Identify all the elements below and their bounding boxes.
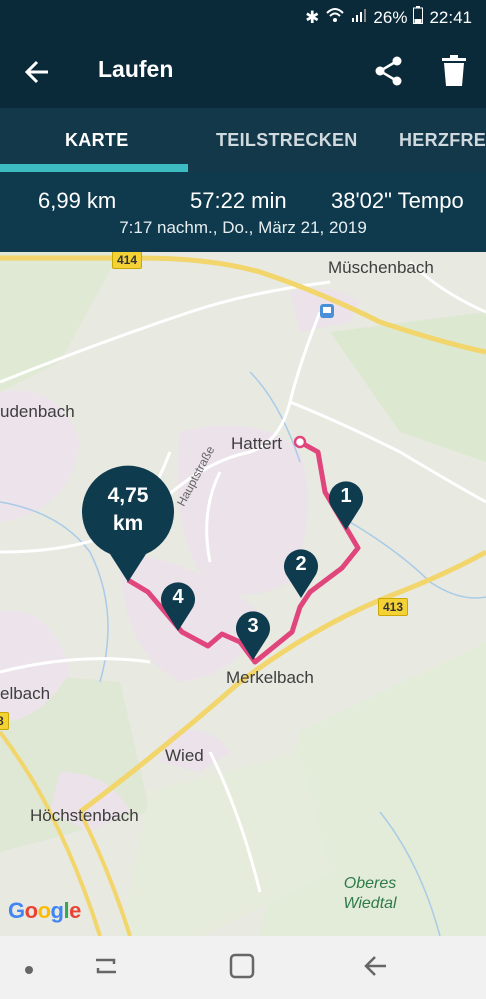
recents-icon[interactable] <box>92 952 120 985</box>
battery-icon <box>413 6 424 29</box>
split-marker-1[interactable]: 1 <box>326 478 366 530</box>
road-sign-8: 8 <box>0 712 9 730</box>
app-bar: Laufen <box>0 34 486 108</box>
status-bar: ✱ 26% 22:41 <box>0 0 486 34</box>
bluetooth-icon: ✱ <box>305 7 320 27</box>
share-icon[interactable] <box>372 54 406 88</box>
run-datetime: 7:17 nachm., Do., März 21, 2019 <box>119 218 367 237</box>
place-elbach: elbach <box>0 684 51 703</box>
map-canvas <box>0 252 486 936</box>
system-nav-bar <box>0 936 486 999</box>
place-hochstenbach: Höchstenbach <box>30 806 139 825</box>
back-arrow-icon[interactable] <box>20 54 56 90</box>
tab-indicator <box>0 164 188 172</box>
duration-value: 57:22 min <box>190 188 287 213</box>
tab-karte[interactable]: KARTE <box>65 130 129 151</box>
split-marker-2[interactable]: 2 <box>281 546 321 598</box>
battery-percent: 26% <box>373 7 408 27</box>
dot-icon <box>24 962 34 980</box>
tab-teilstrecken[interactable]: TEILSTRECKEN <box>216 130 358 151</box>
selected-split-unit: km <box>112 512 144 535</box>
place-muschenbach: Müschenbach <box>328 258 434 277</box>
signal-icon <box>351 7 367 28</box>
place-udenbach: udenbach <box>0 402 75 421</box>
place-wied: Wied <box>165 746 204 765</box>
tab-bar: KARTE TEILSTRECKEN HERZFREQ <box>0 108 486 172</box>
google-logo: Google <box>8 898 81 923</box>
wifi-icon <box>325 7 345 28</box>
selected-split-distance: 4,75 <box>107 484 149 507</box>
place-oberes-wiedtal: Oberes Wiedtal <box>343 875 397 912</box>
clock: 22:41 <box>429 7 472 27</box>
place-merkelbach: Merkelbach <box>226 668 314 687</box>
tab-herzfrequenz[interactable]: HERZFREQ <box>399 130 486 151</box>
distance-value: 6,99 km <box>38 188 117 213</box>
page-title: Laufen <box>98 56 174 82</box>
road-sign-414: 414 <box>112 252 143 269</box>
home-icon[interactable] <box>228 952 256 985</box>
pace-value: 38'02" Tempo <box>331 188 464 213</box>
selected-split-marker[interactable]: 4,75 km <box>80 464 176 582</box>
split-marker-3[interactable]: 3 <box>233 608 273 660</box>
back-icon[interactable] <box>362 952 390 985</box>
split-marker-4[interactable]: 4 <box>158 579 198 631</box>
run-summary: 6,99 km 57:22 min 38'02" Tempo 7:17 nach… <box>0 172 486 252</box>
route-map[interactable]: 414 413 8 Müschenbach Hattert udenbach M… <box>0 252 486 936</box>
road-sign-413: 413 <box>378 598 409 616</box>
place-hattert: Hattert <box>231 434 283 453</box>
delete-icon[interactable] <box>440 54 468 88</box>
route-start <box>293 435 307 449</box>
